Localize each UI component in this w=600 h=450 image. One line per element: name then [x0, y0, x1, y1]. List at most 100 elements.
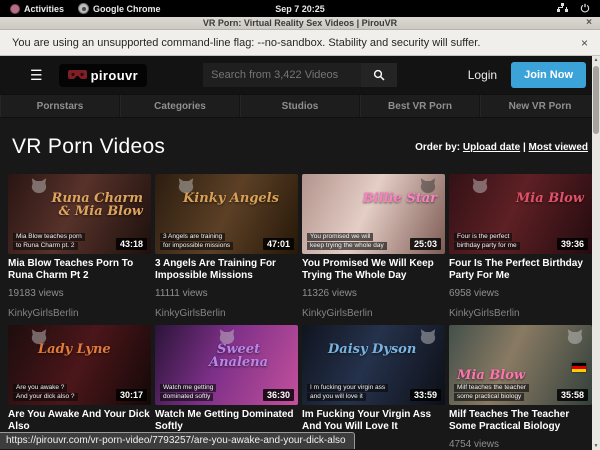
thumbnail-caption: 3 Angels are training [160, 233, 225, 241]
nav-item-best[interactable]: Best VR Porn [360, 95, 480, 117]
video-card: Mia Blow Four is the perfectbirthday par… [449, 174, 592, 319]
window-title: VR Porn: Virtual Reality Sex Videos | Pi… [203, 18, 397, 28]
video-card: Mia Blow Milf teaches the teachersome pr… [449, 325, 592, 450]
video-views: 4754 views [449, 439, 592, 450]
heading-row: VR Porn Videos Order by: Upload date | M… [0, 118, 600, 159]
scrollbar[interactable]: ▲ ▼ [592, 56, 600, 450]
vr-goggles-icon [68, 70, 87, 81]
network-icon[interactable] [557, 3, 568, 15]
video-card: Runa Charm & Mia Blow Mia Blow teaches p… [8, 174, 151, 319]
thumbnail-overlay-name: Sweet Analena [187, 343, 290, 369]
studio-watermark-icon [419, 329, 437, 349]
thumbnail-caption: dominated softly [160, 393, 213, 401]
video-card: Billie Star You promised we willkeep try… [302, 174, 445, 319]
window-close-icon[interactable]: × [586, 17, 592, 28]
thumbnail-caption: I m fucking your virgin ass [307, 384, 388, 392]
video-thumbnail[interactable]: Mia Blow Four is the perfectbirthday par… [449, 174, 592, 254]
chrome-app-label: Google Chrome [93, 4, 161, 14]
infobar-message: You are using an unsupported command-lin… [12, 37, 480, 49]
page-content: ☰ pirouvr Login Join Now Pornstars Categ… [0, 56, 600, 450]
thumbnail-caption: some practical biology [454, 393, 524, 401]
order-by-label: Order by: [415, 142, 460, 153]
chrome-icon [78, 3, 89, 14]
taskbar: Activities Google Chrome Sep 7 20:25 [0, 0, 600, 17]
order-link-most-viewed[interactable]: Most viewed [529, 142, 588, 153]
video-title[interactable]: 3 Angels Are Training For Impossible Mis… [155, 258, 298, 281]
studio-watermark-icon [419, 178, 437, 198]
join-now-button[interactable]: Join Now [511, 62, 586, 88]
thumbnail-caption: and you will love it [307, 393, 366, 401]
video-views: 11326 views [302, 288, 445, 299]
thumbnail-overlay-name: Mia Blow [481, 192, 584, 205]
video-title[interactable]: Mia Blow Teaches Porn To Runa Charm Pt 2 [8, 258, 151, 281]
search-bar [203, 63, 397, 87]
activities-button[interactable]: Activities [10, 4, 64, 14]
video-thumbnail[interactable]: Runa Charm & Mia Blow Mia Blow teaches p… [8, 174, 151, 254]
site-header: ☰ pirouvr Login Join Now [0, 56, 600, 94]
scroll-down-icon[interactable]: ▼ [594, 442, 599, 450]
video-studio-link[interactable]: KinkyGirlsBerlin [449, 308, 592, 319]
thumbnail-caption: And your dick also ? [13, 393, 78, 401]
video-grid: Runa Charm & Mia Blow Mia Blow teaches p… [0, 159, 600, 450]
status-url-bubble: https://pirouvr.com/vr-porn-video/779325… [0, 432, 355, 449]
video-studio-link[interactable]: KinkyGirlsBerlin [155, 308, 298, 319]
window-titlebar: VR Porn: Virtual Reality Sex Videos | Pi… [0, 17, 600, 30]
video-views: 19183 views [8, 288, 151, 299]
thumbnail-caption: Mia Blow teaches porn [13, 233, 85, 241]
video-thumbnail[interactable]: Kinky Angels 3 Angels are trainingfor im… [155, 174, 298, 254]
video-thumbnail[interactable]: Mia Blow Milf teaches the teachersome pr… [449, 325, 592, 405]
login-link[interactable]: Login [468, 68, 497, 82]
nav-item-pornstars[interactable]: Pornstars [0, 95, 120, 117]
power-icon[interactable] [580, 3, 590, 15]
thumbnail-overlay-name: Runa Charm & Mia Blow [40, 192, 143, 218]
thumbnail-caption: You promised we will [307, 233, 373, 241]
site-logo[interactable]: pirouvr [59, 64, 148, 87]
video-thumbnail[interactable]: Sweet Analena Watch me gettingdominated … [155, 325, 298, 405]
hamburger-menu-icon[interactable]: ☰ [30, 68, 43, 82]
clock[interactable]: Sep 7 20:25 [275, 4, 325, 14]
duration-badge: 47:01 [263, 238, 294, 250]
video-title[interactable]: Milf Teaches The Teacher Some Practical … [449, 409, 592, 432]
order-separator: | [523, 142, 526, 153]
thumbnail-caption: keep trying the whole day [307, 242, 387, 250]
thumbnail-caption: to Runa Charm pt. 2 [13, 242, 78, 250]
video-title[interactable]: You Promised We Will Keep Trying The Who… [302, 258, 445, 281]
search-input[interactable] [203, 63, 361, 87]
thumbnail-caption: Are you awake ? [13, 384, 67, 392]
thumbnail-caption: Milf teaches the teacher [454, 384, 529, 392]
video-thumbnail[interactable]: Lady Lyne Are you awake ?And your dick a… [8, 325, 151, 405]
duration-badge: 30:17 [116, 389, 147, 401]
studio-watermark-icon [30, 329, 48, 349]
duration-badge: 36:30 [263, 389, 294, 401]
activities-icon [10, 4, 20, 14]
chrome-app-button[interactable]: Google Chrome [78, 3, 161, 14]
infobar-close-icon[interactable]: × [581, 36, 588, 50]
thumbnail-caption: Four is the perfect [454, 233, 512, 241]
thumbnail-overlay-name: Kinky Angels [183, 192, 286, 205]
nav-item-studios[interactable]: Studios [240, 95, 360, 117]
video-title[interactable]: Watch Me Getting Dominated Softly [155, 409, 298, 432]
search-icon [373, 69, 385, 81]
video-title[interactable]: Four Is The Perfect Birthday Party For M… [449, 258, 592, 281]
search-button[interactable] [361, 63, 397, 87]
nav-item-categories[interactable]: Categories [120, 95, 240, 117]
duration-badge: 39:36 [557, 238, 588, 250]
video-studio-link[interactable]: KinkyGirlsBerlin [8, 308, 151, 319]
order-link-upload-date[interactable]: Upload date [463, 142, 520, 153]
duration-badge: 43:18 [116, 238, 147, 250]
studio-watermark-icon [177, 178, 195, 198]
studio-watermark-icon [30, 178, 48, 198]
video-thumbnail[interactable]: Billie Star You promised we willkeep try… [302, 174, 445, 254]
sandbox-warning-infobar: You are using an unsupported command-lin… [0, 30, 600, 56]
studio-watermark-icon [218, 329, 236, 349]
thumbnail-overlay-name: Lady Lyne [38, 343, 141, 356]
nav-item-new[interactable]: New VR Porn [480, 95, 600, 117]
scrollbar-thumb[interactable] [593, 66, 599, 134]
video-studio-link[interactable]: KinkyGirlsBerlin [302, 308, 445, 319]
thumbnail-caption: birthday party for me [454, 242, 520, 250]
scroll-up-icon[interactable]: ▲ [594, 56, 599, 64]
duration-badge: 35:58 [557, 389, 588, 401]
video-title[interactable]: Im Fucking Your Virgin Ass And You Will … [302, 409, 445, 432]
video-thumbnail[interactable]: Daisy Dyson I m fucking your virgin assa… [302, 325, 445, 405]
video-title[interactable]: Are You Awake And Your Dick Also [8, 409, 151, 432]
